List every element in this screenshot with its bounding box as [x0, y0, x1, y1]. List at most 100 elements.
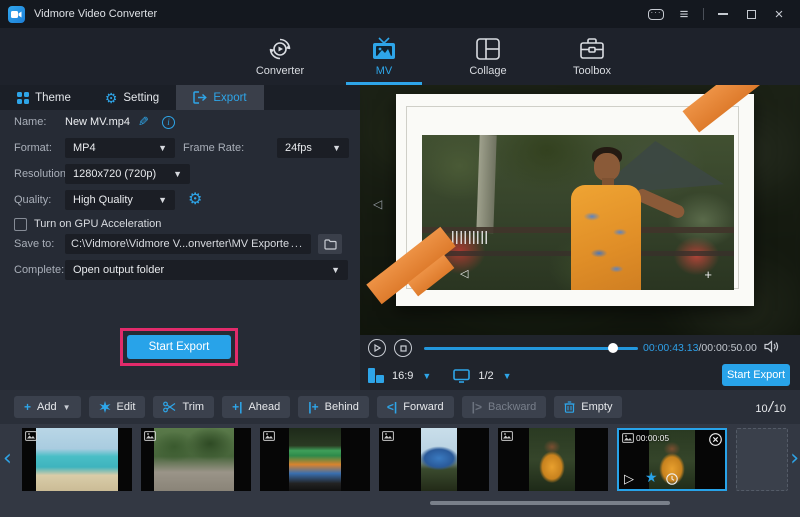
move-forward-icon: <|: [387, 401, 397, 413]
edit-name-icon[interactable]: ✎: [138, 114, 149, 130]
maximize-button[interactable]: [740, 4, 762, 24]
gpu-checkbox[interactable]: [14, 218, 27, 231]
add-button[interactable]: + Add ▼: [14, 396, 81, 418]
tab-setting[interactable]: ⚙ Setting: [88, 85, 176, 110]
tab-mv-label: MV: [376, 65, 393, 77]
photo-man-head: [594, 153, 620, 181]
timeline: ‹ 00:00:05: [0, 424, 800, 517]
progress-thumb[interactable]: [608, 343, 618, 353]
scroll-right-chevron-icon[interactable]: ›: [790, 448, 799, 470]
time-current: 00:00:43.13: [643, 342, 698, 354]
clip-thumb-man: [529, 428, 575, 491]
screen-page-value: 1/2: [478, 370, 493, 382]
scroll-left-chevron-icon[interactable]: ‹: [3, 448, 12, 470]
info-icon[interactable]: i: [162, 116, 175, 129]
minimize-button[interactable]: [712, 4, 734, 24]
photo-tree-trunk: [476, 135, 496, 233]
screen-page-dropdown[interactable]: ▼: [503, 371, 512, 381]
quality-value: High Quality: [73, 194, 133, 206]
timeline-clip-2[interactable]: [141, 428, 251, 491]
quality-row: Quality: High Quality ▼ ⚙: [0, 190, 360, 210]
trash-icon: [564, 401, 575, 413]
volume-button[interactable]: [764, 340, 780, 353]
resolution-value: 1280x720 (720p): [73, 168, 156, 180]
clip-duration-clock-icon[interactable]: [666, 473, 678, 485]
open-folder-button[interactable]: [318, 234, 342, 254]
timeline-clip-6-selected[interactable]: 00:00:05 ▷ ★: [617, 428, 727, 491]
edit-button[interactable]: Edit: [89, 396, 146, 418]
timeline-clip-3[interactable]: [260, 428, 370, 491]
toolbox-icon: [579, 37, 605, 61]
menu-icon[interactable]: ≡: [673, 4, 695, 24]
empty-clip-slot[interactable]: [736, 428, 788, 491]
previous-slide-arrow[interactable]: ◁: [373, 197, 382, 211]
clip-toolbar: + Add ▼ Edit Trim +| Ahead |+ Behind <| …: [0, 390, 800, 424]
tab-converter[interactable]: Converter: [240, 28, 320, 85]
complete-dropdown[interactable]: Open output folder ▼: [65, 260, 348, 280]
tab-collage-label: Collage: [469, 65, 506, 77]
clip-play-icon[interactable]: ▷: [624, 471, 634, 487]
clip-effect-star-icon[interactable]: ★: [645, 469, 658, 486]
tab-export[interactable]: Export: [176, 85, 264, 110]
start-export-button-preview[interactable]: Start Export: [722, 364, 790, 386]
format-label: Format:: [14, 142, 52, 154]
complete-value: Open output folder: [73, 264, 164, 276]
start-export-button[interactable]: Start Export: [127, 335, 231, 359]
gear-icon: ⚙: [105, 91, 118, 105]
tab-mv[interactable]: MV: [344, 28, 424, 85]
screen-icon: [453, 369, 470, 383]
image-icon: [144, 431, 156, 441]
export-settings-panel: Theme ⚙ Setting Export Name: New MV.mp4 …: [0, 85, 360, 390]
timeline-clip-4[interactable]: [379, 428, 489, 491]
timeline-clip-1[interactable]: [22, 428, 132, 491]
chevron-down-icon: ▼: [63, 403, 71, 412]
timeline-clip-5[interactable]: [498, 428, 608, 491]
remove-clip-icon[interactable]: [709, 433, 722, 446]
progress-slider[interactable]: [424, 347, 638, 350]
converter-icon: [268, 37, 292, 61]
trim-label: Trim: [182, 401, 204, 413]
plus-icon: +: [24, 401, 31, 413]
name-label: Name:: [14, 116, 46, 128]
tab-theme[interactable]: Theme: [0, 85, 88, 110]
ahead-label: Ahead: [248, 401, 280, 413]
resolution-dropdown[interactable]: 1280x720 (720p) ▼: [65, 164, 190, 184]
stop-button[interactable]: [394, 339, 412, 357]
aspect-ratio-icon: [368, 368, 384, 383]
close-button[interactable]: ×: [768, 4, 790, 24]
save-to-row: Save to: C:\Vidmore\Vidmore V...onverter…: [0, 234, 360, 254]
image-icon: [25, 431, 37, 441]
quality-settings-gear-icon[interactable]: ⚙: [188, 192, 202, 208]
quality-dropdown[interactable]: High Quality ▼: [65, 190, 175, 210]
time-display: 00:00:43.13/00:00:50.00: [643, 342, 757, 354]
add-label: Add: [37, 401, 57, 413]
insert-ahead-icon: +|: [232, 401, 242, 413]
clip-thumb-slide: [421, 428, 457, 491]
ahead-button[interactable]: +| Ahead: [222, 396, 290, 418]
behind-button[interactable]: |+ Behind: [298, 396, 369, 418]
empty-button[interactable]: Empty: [554, 396, 622, 418]
magic-star-icon: [99, 401, 111, 413]
save-path-field[interactable]: C:\Vidmore\Vidmore V...onverter\MV Expor…: [65, 234, 311, 254]
timeline-scrollbar[interactable]: [430, 501, 670, 505]
panel-tabs: Theme ⚙ Setting Export: [0, 85, 360, 110]
feedback-icon[interactable]: ···: [645, 4, 667, 24]
browse-button[interactable]: ...: [289, 238, 305, 250]
forward-button[interactable]: <| Forward: [377, 396, 454, 418]
aspect-ratio-dropdown[interactable]: ▼: [422, 371, 431, 381]
photo-man-shirt: [571, 185, 641, 290]
format-dropdown[interactable]: MP4 ▼: [65, 138, 175, 158]
app-logo-icon: [8, 6, 25, 23]
play-button[interactable]: [368, 339, 386, 357]
backward-button[interactable]: |> Backward: [462, 396, 547, 418]
move-backward-icon: |>: [472, 401, 482, 413]
app-window: Vidmore Video Converter ··· ≡ × Converte…: [0, 0, 800, 517]
trim-button[interactable]: Trim: [153, 396, 214, 418]
resolution-row: Resolution: 1280x720 (720p) ▼: [0, 164, 360, 184]
clip-thumb-street: [154, 428, 234, 491]
image-icon: [263, 431, 275, 441]
frame-rate-dropdown[interactable]: 24fps ▼: [277, 138, 349, 158]
tab-collage[interactable]: Collage: [448, 28, 528, 85]
tab-toolbox[interactable]: Toolbox: [552, 28, 632, 85]
mv-icon: [371, 37, 397, 61]
